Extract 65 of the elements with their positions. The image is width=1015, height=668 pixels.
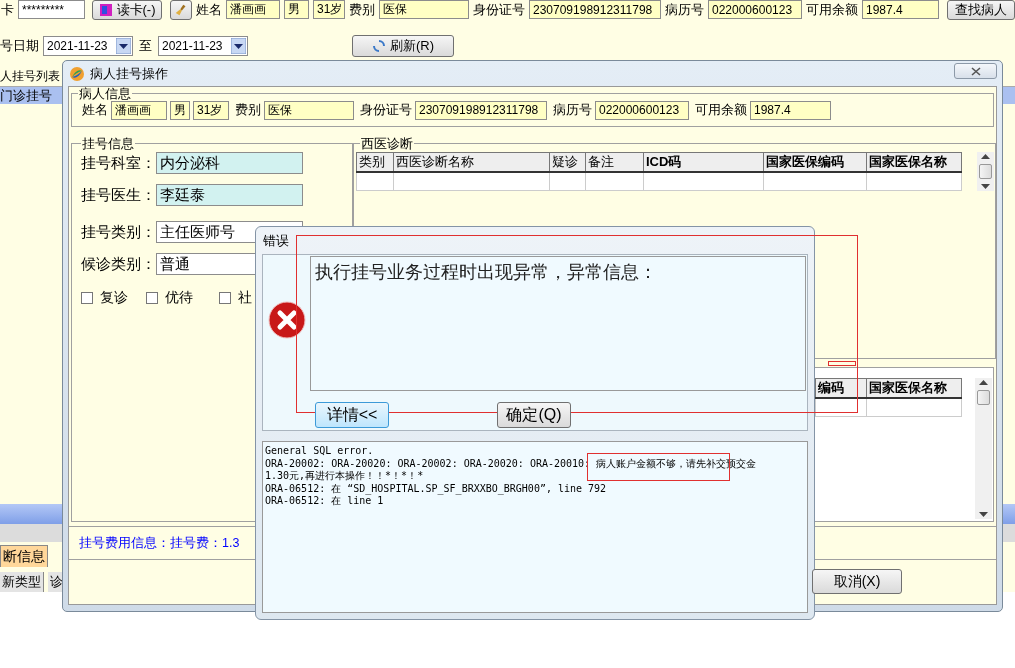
text-field[interactable]: 内分泌科	[156, 152, 303, 174]
checkbox-option[interactable]: 复诊	[81, 289, 128, 307]
card-field[interactable]: *********	[18, 0, 85, 19]
text-field[interactable]: 230709198912311798	[415, 100, 547, 120]
checkbox-option[interactable]: 优待	[146, 289, 193, 307]
field-label: 可用余额	[695, 101, 747, 119]
date-field[interactable]: 2021-11-23	[158, 36, 248, 56]
group-title: 挂号信息	[81, 137, 135, 150]
field-label: 候诊类别：	[81, 254, 156, 274]
cancel-button[interactable]: 取消(X)	[812, 569, 902, 594]
field-label: 至	[139, 37, 152, 55]
error-detail-line: 1.30元,再进行本操作！！*！*！*	[265, 470, 425, 483]
field-label: 费别	[235, 101, 261, 119]
error-detail-line: General SQL error.	[265, 445, 375, 458]
column-header: ICD码	[643, 152, 764, 172]
error-detail-line: ORA-06512: 在 “SD_HOSPITAL.SP_SF_BRXXBO_BRGH00”, line 792	[265, 482, 608, 495]
text-field[interactable]: 医保	[264, 100, 354, 120]
text-field[interactable]: 230709198912311798	[529, 0, 661, 19]
text-field[interactable]: 李廷泰	[156, 184, 303, 206]
field-label: 号日期	[0, 37, 39, 55]
group-title: 病人信息	[78, 87, 132, 100]
text-field[interactable]: 男	[170, 100, 190, 120]
text-field[interactable]: 1987.4	[862, 0, 939, 19]
error-detail-line: ORA-06512: 在 line 1	[265, 495, 385, 508]
text-field[interactable]: 潘画画	[111, 100, 167, 120]
text-field[interactable]: 医保	[379, 0, 469, 19]
ok-button[interactable]: 确定(Q)	[497, 402, 571, 428]
text-field[interactable]: 男	[284, 0, 309, 19]
date-field[interactable]: 2021-11-23	[43, 36, 133, 56]
fee-info-text: 挂号费用信息：挂号费：1.3	[79, 534, 240, 552]
field-label: 挂号类别：	[81, 222, 156, 242]
checkbox-option[interactable]: 社	[219, 289, 252, 307]
text-field[interactable]: 1987.4	[750, 100, 831, 120]
text-field[interactable]: 31岁	[193, 100, 229, 120]
field-label: 姓名	[82, 101, 108, 119]
column-header: 国家医保名称	[866, 378, 962, 398]
group-title: 西医诊断	[360, 137, 414, 150]
field-label: 费别	[349, 0, 375, 19]
column-header: 新类型	[0, 572, 44, 592]
column-header: 国家医保编码	[763, 152, 867, 172]
field-label: 身份证号	[473, 0, 525, 19]
column-header: 编码	[815, 378, 867, 398]
field-label: 身份证号	[360, 101, 412, 119]
refresh-button[interactable]: 刷新(R)	[352, 35, 454, 57]
details-button[interactable]: 详情<<	[315, 402, 389, 428]
read-card-button[interactable]: 读卡(-)	[92, 0, 162, 20]
text-field[interactable]: 潘画画	[226, 0, 280, 19]
field-label: 卡	[1, 0, 14, 19]
field-label: 病历号	[553, 101, 592, 119]
error-message: 执行挂号业务过程时出现异常，异常信息：	[310, 256, 806, 391]
column-header: 国家医保名称	[866, 152, 962, 172]
field-label: 挂号科室：	[81, 153, 156, 173]
find-patient-button[interactable]: 查找病人	[947, 0, 1015, 20]
field-label: 姓名	[196, 0, 222, 19]
column-header: 疑诊	[549, 152, 586, 172]
field-label: 病历号	[665, 0, 704, 19]
text-field[interactable]: 022000600123	[708, 0, 802, 19]
tab[interactable]: 断信息	[0, 545, 48, 567]
column-header: 西医诊断名称	[393, 152, 550, 172]
text-field[interactable]: 31岁	[313, 0, 345, 19]
field-label: 挂号医生：	[81, 185, 156, 205]
column-header: 类别	[356, 152, 394, 172]
text-field[interactable]: 022000600123	[595, 100, 689, 120]
column-header: 备注	[585, 152, 644, 172]
field-label: 可用余额	[806, 0, 858, 19]
